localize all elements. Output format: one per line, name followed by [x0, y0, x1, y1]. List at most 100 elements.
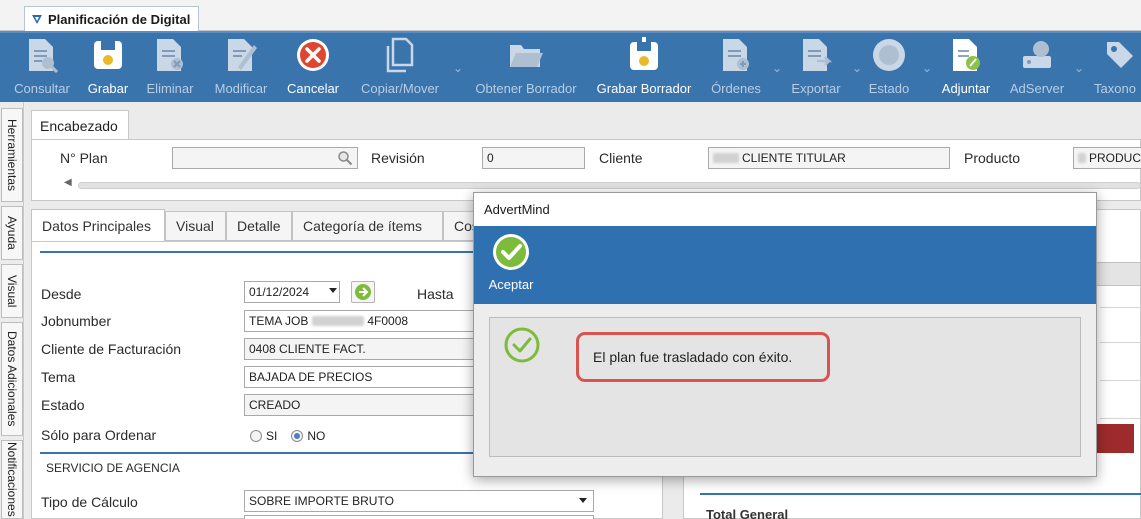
- side-tab-herramientas[interactable]: Herramientas: [1, 108, 23, 202]
- tab-detalle[interactable]: Detalle: [226, 211, 292, 241]
- chevron-down-icon[interactable]: ⌄: [852, 61, 862, 75]
- revision-label: Revisión: [371, 150, 425, 166]
- tab-visual[interactable]: Visual: [165, 211, 226, 241]
- side-tab-ayuda[interactable]: Ayuda: [1, 206, 23, 260]
- document-tab-label: Planificación de Digital: [48, 11, 191, 27]
- modificar-button[interactable]: Modificar: [208, 35, 274, 103]
- save-draft-icon: [624, 35, 664, 75]
- hasta-label: Hasta: [417, 286, 454, 302]
- adserver-button[interactable]: AdServer: [1006, 35, 1068, 103]
- summary-divider: [700, 493, 1141, 495]
- chevron-down-icon[interactable]: ⌄: [922, 61, 932, 75]
- header-scrollbar[interactable]: ◀: [62, 177, 1141, 191]
- jobnumber-field[interactable]: TEMA JOB 4F0008: [244, 310, 476, 332]
- app-logo-icon: [32, 15, 42, 24]
- chevron-down-icon[interactable]: ⌄: [1074, 61, 1084, 75]
- side-tab-strip: Herramientas Ayuda Visual Datos Adiciona…: [0, 102, 24, 519]
- copy-icon: [380, 35, 420, 75]
- add-date-button[interactable]: [351, 281, 375, 303]
- tab-categoria-items[interactable]: Categoría de ítems: [292, 211, 443, 241]
- search-icon[interactable]: [337, 150, 353, 166]
- cancel-icon: [293, 35, 333, 75]
- scroll-left-icon[interactable]: ◀: [64, 177, 72, 188]
- jobnumber-label: Jobnumber: [41, 313, 112, 329]
- aceptar-button[interactable]: Aceptar: [478, 232, 544, 298]
- adserver-icon: [1017, 35, 1057, 75]
- summary-bar: [1097, 424, 1134, 453]
- radio-si-label: SI: [266, 429, 278, 443]
- desde-value: 01/12/2024: [249, 285, 310, 299]
- obtener-borrador-button[interactable]: Obtener Borrador: [470, 35, 582, 103]
- orders-icon: [716, 35, 756, 75]
- next-field[interactable]: [244, 515, 594, 519]
- save-disk-icon: [88, 35, 128, 75]
- tipo-calculo-value: SOBRE IMPORTE BRUTO: [249, 494, 394, 508]
- radio-si-dot[interactable]: [250, 430, 262, 442]
- dialog-toolbar: Aceptar: [474, 226, 1096, 304]
- gridline: [1100, 380, 1141, 381]
- tema-field[interactable]: BAJADA DE PRECIOS: [244, 366, 476, 388]
- chevron-down-icon[interactable]: ⌄: [772, 61, 782, 75]
- cancelar-button[interactable]: Cancelar: [284, 35, 342, 103]
- side-tab-label: Notificaciones: [5, 442, 19, 517]
- grabar-button[interactable]: Grabar: [84, 35, 132, 103]
- gridline: [1100, 342, 1141, 343]
- success-check-icon: [504, 327, 540, 363]
- consultar-button[interactable]: Consultar: [10, 35, 74, 103]
- message-box: El plan fue trasladado con éxito.: [489, 317, 1081, 457]
- estado-label: Estado: [868, 81, 910, 96]
- cliente-facturacion-label: Cliente de Facturación: [41, 341, 182, 357]
- success-dialog: AdvertMind Aceptar El plan fue trasladad…: [473, 192, 1097, 477]
- document-tab-planificacion[interactable]: Planificación de Digital: [24, 6, 200, 31]
- taxonomia-button[interactable]: Taxono: [1090, 35, 1141, 103]
- cliente-value: CLIENTE TITULAR: [742, 151, 846, 165]
- side-tab-notificaciones[interactable]: Notificaciones: [1, 440, 23, 519]
- side-tab-visual[interactable]: Visual: [1, 264, 23, 318]
- cliente-facturacion-field[interactable]: 0408 CLIENTE FACT.: [244, 338, 476, 360]
- total-general-label: Total General: [706, 507, 789, 519]
- dialog-title: AdvertMind: [484, 202, 550, 217]
- side-tab-label: Herramientas: [5, 118, 19, 192]
- ordenes-label: Órdenes: [711, 81, 761, 96]
- estado-label: Estado: [41, 397, 85, 413]
- aceptar-label: Aceptar: [488, 277, 534, 292]
- eliminar-label: Eliminar: [146, 81, 194, 96]
- radio-no[interactable]: NO: [291, 429, 325, 443]
- document-search-icon: [22, 35, 62, 75]
- cancelar-label: Cancelar: [286, 81, 340, 96]
- attach-icon: [946, 35, 986, 75]
- producto-field[interactable]: PRODUC: [1073, 147, 1141, 169]
- tipo-calculo-select[interactable]: SOBRE IMPORTE BRUTO: [244, 490, 594, 512]
- eliminar-button[interactable]: Eliminar: [142, 35, 198, 103]
- scrollbar-thumb[interactable]: [78, 182, 1141, 189]
- status-icon: [869, 35, 909, 75]
- grabar-borrador-button[interactable]: Grabar Borrador: [592, 35, 696, 103]
- chevron-down-icon[interactable]: ⌄: [453, 61, 463, 75]
- desde-date-picker[interactable]: 01/12/2024: [244, 281, 340, 303]
- copiar-mover-button[interactable]: Copiar/Mover: [355, 35, 445, 103]
- radio-si[interactable]: SI: [250, 429, 277, 443]
- plan-field[interactable]: [172, 147, 358, 169]
- radio-no-dot[interactable]: [291, 430, 304, 442]
- cliente-field[interactable]: CLIENTE TITULAR: [708, 147, 950, 169]
- estado-field[interactable]: CREADO: [244, 394, 476, 416]
- grabar-label: Grabar: [87, 81, 129, 96]
- estado-button[interactable]: Estado: [862, 35, 916, 103]
- chevron-down-icon[interactable]: [579, 498, 587, 503]
- success-message: El plan fue trasladado con éxito.: [576, 332, 830, 382]
- side-tab-label: Ayuda: [5, 216, 19, 250]
- producto-label: Producto: [964, 150, 1021, 166]
- obtener-borrador-label: Obtener Borrador: [475, 81, 577, 96]
- tab-datos-principales[interactable]: Datos Principales: [31, 209, 165, 242]
- revision-field[interactable]: 0: [482, 147, 585, 169]
- chevron-down-icon[interactable]: [329, 288, 337, 293]
- exportar-label: Exportar: [791, 81, 841, 96]
- exportar-button[interactable]: Exportar: [786, 35, 846, 103]
- tab-encabezado[interactable]: Encabezado: [31, 110, 129, 140]
- adjuntar-button[interactable]: Adjuntar: [936, 35, 996, 103]
- jobnumber-prefix: TEMA JOB: [249, 314, 309, 328]
- ordenes-button[interactable]: Órdenes: [706, 35, 766, 103]
- cliente-label: Cliente: [599, 150, 643, 166]
- tipo-calculo-label: Tipo de Cálculo: [41, 494, 138, 510]
- side-tab-datos-adicionales[interactable]: Datos Adicionales: [1, 322, 23, 436]
